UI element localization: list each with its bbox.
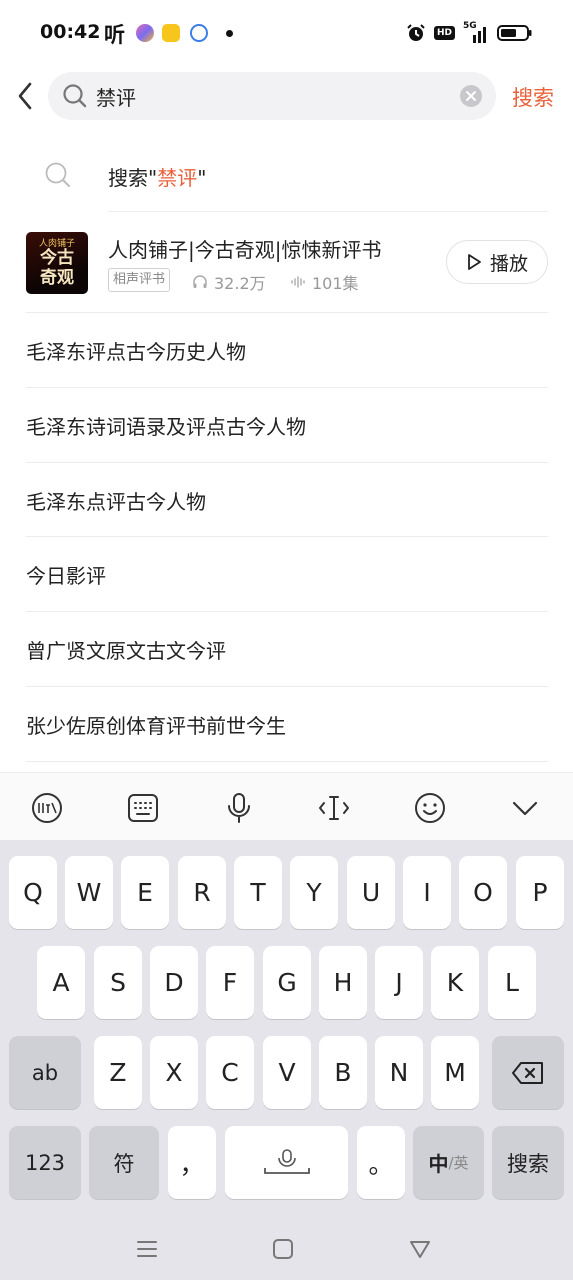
play-icon: [468, 254, 481, 270]
suggestion-item[interactable]: 毛泽东评点古今历史人物: [26, 313, 548, 388]
album-title: 人肉铺子|今古奇观|惊悚新评书: [108, 238, 382, 262]
search-button[interactable]: 搜索: [512, 82, 554, 112]
period-key[interactable]: 。: [357, 1126, 405, 1199]
status-bar: 00:42 听 HD 5G: [0, 0, 573, 66]
key-p[interactable]: P: [516, 856, 564, 929]
status-time: 00:42: [40, 21, 101, 43]
cursor-move-icon[interactable]: [317, 791, 351, 825]
listen-app-icon: 听: [104, 23, 125, 47]
key-a[interactable]: A: [37, 946, 85, 1019]
key-t[interactable]: T: [234, 856, 282, 929]
emoji-icon[interactable]: [413, 791, 447, 825]
keyboard: Q W E R T Y U I O P A S D F G H J K L ab…: [0, 840, 573, 1220]
signal-icon: 5G: [463, 21, 489, 43]
keyboard-toolbar: [0, 772, 573, 840]
system-navigation-bar: [0, 1220, 573, 1280]
key-w[interactable]: W: [65, 856, 113, 929]
backspace-key[interactable]: [492, 1036, 564, 1109]
lang-main-label: 中: [428, 1152, 449, 1176]
waveform-icon: [291, 276, 305, 288]
key-s[interactable]: S: [94, 946, 142, 1019]
suggestion-item[interactable]: 毛泽东诗词语录及评点古今人物: [26, 388, 548, 463]
play-count: 32.2万: [192, 270, 266, 294]
album-cover: 人肉铺子 今古 奇观: [26, 232, 88, 294]
search-input[interactable]: [96, 80, 446, 112]
key-z[interactable]: Z: [94, 1036, 142, 1109]
key-y[interactable]: Y: [290, 856, 338, 929]
key-f[interactable]: F: [206, 946, 254, 1019]
alarm-icon: [407, 24, 425, 41]
play-label: 播放: [489, 252, 528, 275]
key-v[interactable]: V: [263, 1036, 311, 1109]
key-o[interactable]: O: [459, 856, 507, 929]
keyboard-layout-icon[interactable]: [126, 791, 160, 825]
key-u[interactable]: U: [347, 856, 395, 929]
home-icon[interactable]: [268, 1234, 298, 1264]
key-r[interactable]: R: [178, 856, 226, 929]
numbers-key[interactable]: 123: [9, 1126, 81, 1199]
search-icon: [45, 162, 70, 187]
search-bar[interactable]: [48, 72, 496, 120]
headphones-icon: [193, 275, 207, 288]
key-x[interactable]: X: [150, 1036, 198, 1109]
status-indicators: HD 5G: [406, 20, 533, 46]
divider: [26, 761, 548, 762]
back-button[interactable]: [12, 80, 40, 112]
more-notifications-dot: [226, 30, 233, 37]
key-m[interactable]: M: [431, 1036, 479, 1109]
battery-icon: [497, 25, 532, 41]
suggestion-text: 搜索"禁评": [108, 166, 207, 190]
play-button[interactable]: 播放: [446, 240, 548, 284]
menu-icon[interactable]: [132, 1234, 162, 1264]
backspace-icon: [512, 1061, 543, 1084]
suggestion-item[interactable]: 毛泽东点评古今人物: [26, 463, 548, 538]
hd-badge: HD: [433, 26, 455, 40]
album-result[interactable]: 人肉铺子 今古 奇观 人肉铺子|今古奇观|惊悚新评书 相声评书 32.2万 101…: [0, 212, 573, 312]
search-icon: [63, 84, 87, 108]
highlighted-keyword: 禁评: [157, 166, 198, 190]
shift-key[interactable]: ab: [9, 1036, 81, 1109]
microphone-icon[interactable]: [222, 791, 256, 825]
comma-key[interactable]: ，: [168, 1126, 216, 1199]
close-icon: [466, 91, 476, 101]
clear-search-button[interactable]: [460, 85, 482, 107]
collapse-keyboard-icon[interactable]: [508, 791, 542, 825]
key-b[interactable]: B: [319, 1036, 367, 1109]
key-q[interactable]: Q: [9, 856, 57, 929]
key-i[interactable]: I: [403, 856, 451, 929]
suggestion-item[interactable]: 曾广贤文原文古文今评: [26, 612, 548, 687]
space-mic-icon: [263, 1148, 310, 1174]
episode-count: 101集: [290, 270, 359, 294]
search-enter-key[interactable]: 搜索: [492, 1126, 564, 1199]
key-e[interactable]: E: [121, 856, 169, 929]
suggestion-item[interactable]: 张少佐原创体育评书前世今生: [26, 687, 548, 762]
key-g[interactable]: G: [263, 946, 311, 1019]
key-h[interactable]: H: [319, 946, 367, 1019]
key-j[interactable]: J: [375, 946, 423, 1019]
key-l[interactable]: L: [488, 946, 536, 1019]
key-k[interactable]: K: [431, 946, 479, 1019]
cloud-app-icon: [190, 24, 208, 42]
key-n[interactable]: N: [375, 1036, 423, 1109]
search-keyword-suggestion[interactable]: 搜索"禁评": [0, 140, 573, 212]
language-toggle-key[interactable]: 中/英: [413, 1126, 484, 1199]
suggestion-item[interactable]: 今日影评: [26, 537, 548, 612]
key-d[interactable]: D: [150, 946, 198, 1019]
space-key[interactable]: [225, 1126, 348, 1199]
back-triangle-icon[interactable]: [405, 1234, 435, 1264]
app-notification-icon: [136, 24, 154, 42]
lang-alt-label: /英: [448, 1154, 469, 1172]
voice-input-assistant-icon[interactable]: [30, 791, 64, 825]
chevron-left-icon: [18, 82, 32, 110]
symbols-key[interactable]: 符: [89, 1126, 159, 1199]
notes-app-icon: [162, 24, 180, 42]
category-tag: 相声评书: [108, 268, 171, 292]
key-c[interactable]: C: [206, 1036, 254, 1109]
